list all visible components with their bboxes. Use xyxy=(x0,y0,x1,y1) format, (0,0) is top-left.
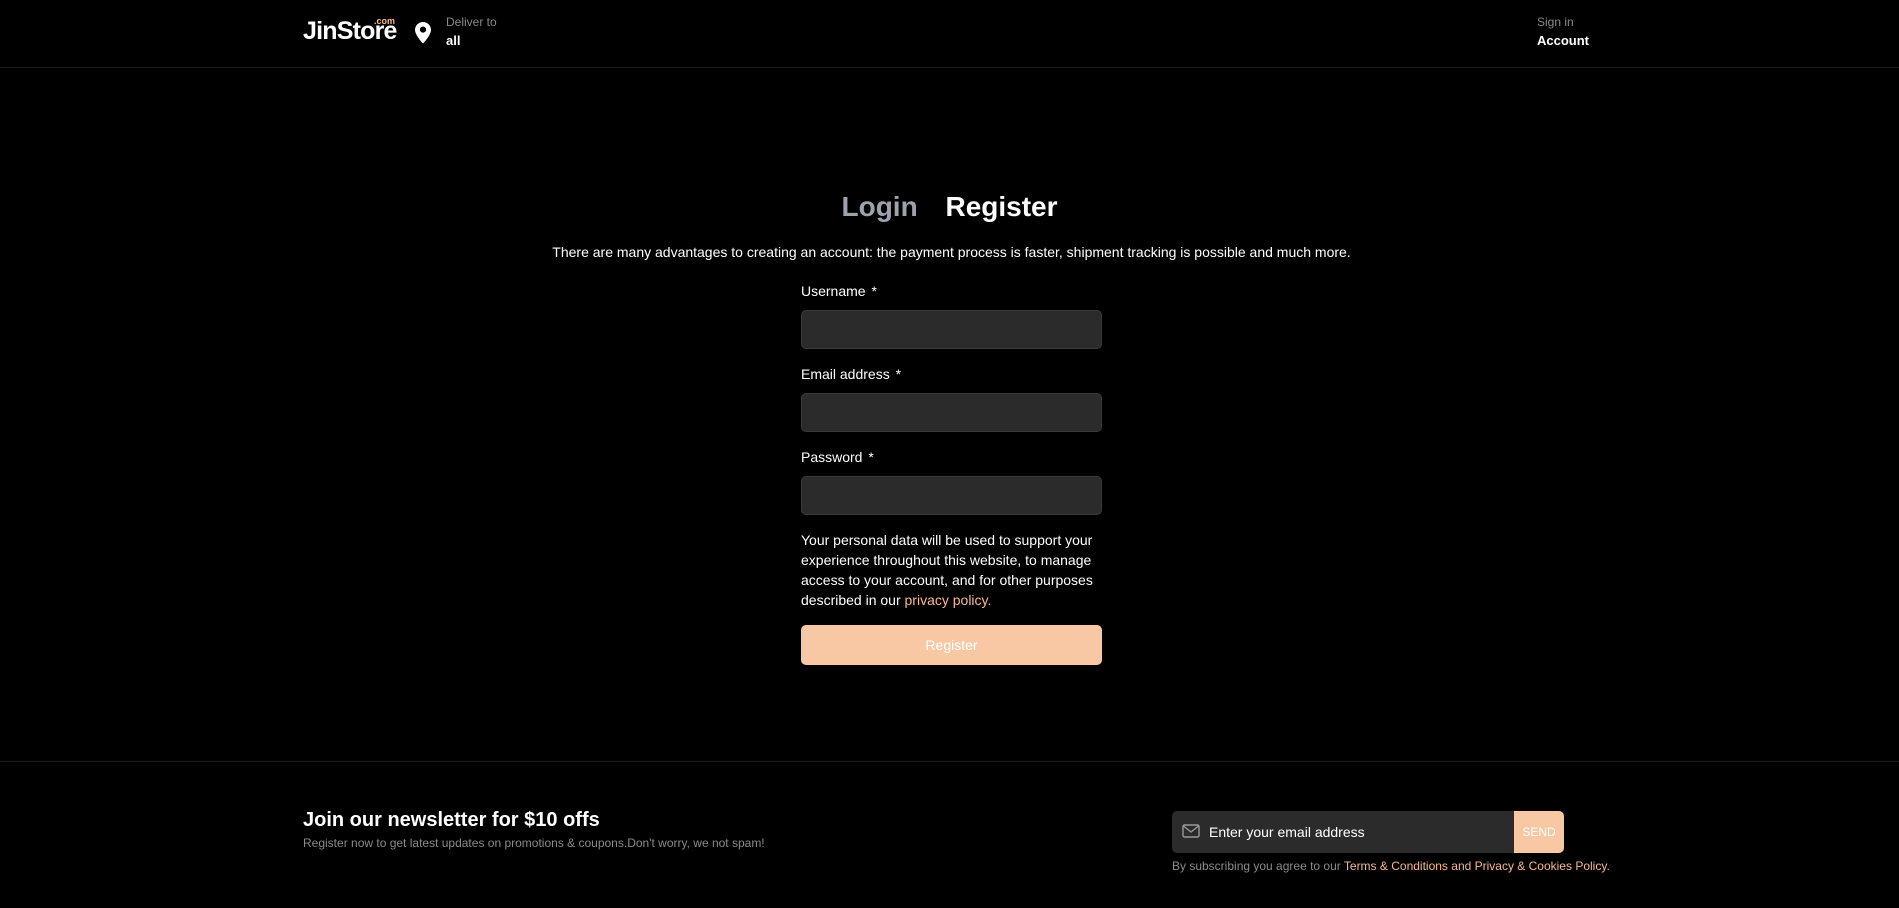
account-label: Account xyxy=(1537,33,1589,48)
privacy-policy-link[interactable]: privacy policy. xyxy=(905,592,992,608)
site-header: JinStore .com Deliver to all Sign in Acc… xyxy=(0,0,1899,68)
newsletter-title: Join our newsletter for $10 offs xyxy=(303,809,600,831)
logo-suffix: .com xyxy=(374,16,396,26)
required-marker: * xyxy=(871,283,877,299)
password-label-text: Password xyxy=(801,449,863,465)
signin-label: Sign in xyxy=(1537,15,1574,29)
required-marker: * xyxy=(868,449,874,465)
auth-tabs: Login Register xyxy=(0,191,1899,223)
deliver-to-selector[interactable]: Deliver to all xyxy=(446,15,497,48)
password-input[interactable] xyxy=(801,476,1102,515)
newsletter-section: Join our newsletter for $10 offs Registe… xyxy=(0,761,1899,908)
tab-register[interactable]: Register xyxy=(945,191,1057,223)
register-intro-text: There are many advantages to creating an… xyxy=(552,244,1351,260)
register-button[interactable]: Register xyxy=(801,625,1102,665)
tab-login[interactable]: Login xyxy=(841,191,917,223)
terms-link[interactable]: Terms & Conditions and Privacy & Cookies… xyxy=(1344,859,1610,873)
mail-icon xyxy=(1182,824,1200,838)
username-label: Username * xyxy=(801,283,1102,300)
password-label: Password * xyxy=(801,449,1102,466)
username-input[interactable] xyxy=(801,310,1102,349)
newsletter-terms-text: By subscribing you agree to our xyxy=(1172,859,1341,873)
newsletter-terms: By subscribing you agree to our Terms & … xyxy=(1172,859,1610,873)
email-input[interactable] xyxy=(801,393,1102,432)
account-link[interactable]: Sign in Account xyxy=(1537,15,1589,48)
required-marker: * xyxy=(895,366,902,382)
deliver-to-label: Deliver to xyxy=(446,15,497,29)
privacy-notice: Your personal data will be used to suppo… xyxy=(801,530,1102,610)
newsletter-email-input[interactable] xyxy=(1203,811,1523,853)
username-label-text: Username xyxy=(801,283,866,299)
newsletter-subtitle: Register now to get latest updates on pr… xyxy=(303,836,765,850)
newsletter-send-button[interactable]: SEND xyxy=(1514,811,1564,853)
email-label: Email address * xyxy=(801,366,1102,383)
map-pin-icon[interactable] xyxy=(414,21,432,45)
deliver-to-value: all xyxy=(446,33,461,48)
email-label-text: Email address xyxy=(801,366,890,382)
newsletter-form: SEND xyxy=(1172,811,1564,853)
register-form: Username * Email address * Password * Yo… xyxy=(801,283,1102,665)
